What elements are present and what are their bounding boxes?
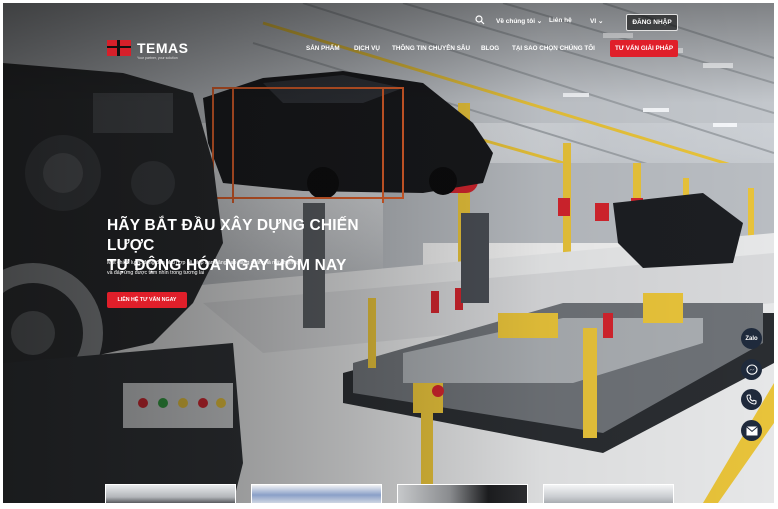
hero-description: Một chiến lược đúng đắn phù hợp sẽ giúp …	[107, 260, 301, 276]
hero-title-line1: HÃY BẮT ĐẦU XÂY DỰNG CHIẾN LƯỢC	[107, 217, 359, 254]
preview-thumbnail-1[interactable]	[105, 484, 236, 503]
search-icon[interactable]	[475, 15, 487, 27]
zalo-button[interactable]: Zalo	[741, 328, 762, 349]
nav-item-why-us[interactable]: TẠI SAO CHỌN CHÚNG TÔI	[512, 45, 595, 52]
contact-link[interactable]: Liên hệ	[549, 17, 572, 24]
nav-item-products[interactable]: SẢN PHẨM	[306, 45, 340, 52]
language-selector[interactable]: VI ⌄	[590, 17, 603, 25]
nav-item-insights[interactable]: THÔNG TIN CHUYÊN SÂU	[392, 45, 470, 52]
hero-section: Về chúng tôi ⌄ Liên hệ VI ⌄ ĐĂNG NHẬP TE…	[3, 3, 774, 503]
mail-icon	[745, 425, 758, 435]
nav-item-services[interactable]: DỊCH VỤ	[354, 45, 380, 52]
phone-icon	[746, 394, 757, 405]
consult-solution-button[interactable]: TƯ VẤN GIẢI PHÁP	[610, 40, 678, 57]
zalo-label: Zalo	[745, 335, 758, 342]
mail-button[interactable]	[741, 420, 762, 441]
messenger-icon	[745, 363, 758, 375]
messenger-button[interactable]	[741, 359, 762, 380]
preview-thumbnail-4[interactable]	[543, 484, 674, 503]
preview-thumbnail-2[interactable]	[251, 484, 382, 503]
phone-button[interactable]	[741, 389, 762, 410]
nav-item-blog[interactable]: BLOG	[481, 45, 499, 52]
preview-thumbnail-3[interactable]	[397, 484, 528, 503]
about-us-link[interactable]: Về chúng tôi ⌄	[496, 17, 542, 25]
login-button[interactable]: ĐĂNG NHẬP	[626, 14, 678, 31]
top-utility-bar: Về chúng tôi ⌄ Liên hệ VI ⌄ ĐĂNG NHẬP	[3, 13, 774, 33]
contact-now-button[interactable]: LIÊN HỆ TƯ VẤN NGAY	[107, 292, 187, 308]
